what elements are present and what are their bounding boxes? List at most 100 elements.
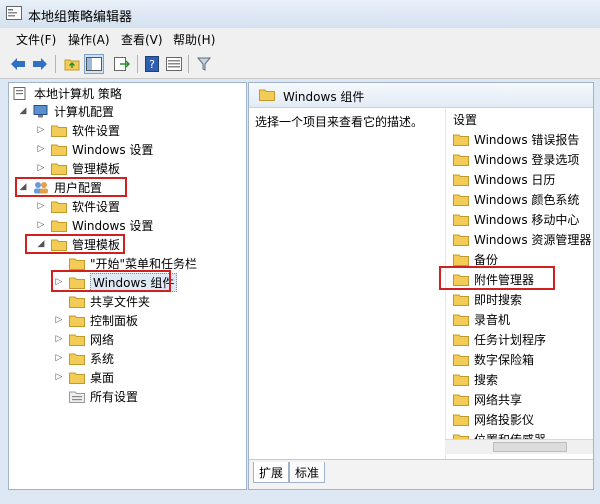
expand-arrow-icon[interactable]: ▷: [53, 352, 65, 364]
list-item[interactable]: Windows 颜色系统: [453, 189, 579, 209]
details-pane: Windows 组件 选择一个项目来查看它的描述。 设置 Windows 错误报…: [248, 82, 594, 490]
expand-arrow-icon[interactable]: ▷: [53, 371, 65, 383]
show-tree-button[interactable]: [84, 54, 104, 74]
expand-arrow-icon[interactable]: ▷: [35, 219, 47, 231]
tree-item-network[interactable]: ▷ 网络: [53, 330, 114, 348]
list-item[interactable]: 即时搜索: [453, 289, 522, 309]
properties-icon: [166, 57, 182, 71]
tree-item-desktop[interactable]: ▷ 桌面: [53, 368, 114, 386]
expand-arrow-icon[interactable]: ▷: [35, 162, 47, 174]
folder-icon: [453, 194, 469, 206]
list-item[interactable]: Windows 登录选项: [453, 149, 579, 169]
tree-item-cc-software[interactable]: ▷ 软件设置: [35, 121, 120, 139]
tree-item-system[interactable]: ▷ 系统: [53, 349, 114, 367]
expand-arrow-icon[interactable]: ▷: [35, 200, 47, 212]
tree-item-cc-admin[interactable]: ▷ 管理模板: [35, 159, 120, 177]
window: 本地组策略编辑器 文件(F) 操作(A) 查看(V) 帮助(H) ? 本地计算机…: [0, 0, 600, 504]
menu-action[interactable]: 操作(A): [68, 31, 110, 48]
list-item[interactable]: 数字保险箱: [453, 349, 534, 369]
horizontal-scrollbar[interactable]: [445, 439, 593, 454]
folder-icon: [453, 254, 469, 266]
back-button[interactable]: [8, 54, 28, 74]
expand-arrow-icon[interactable]: ▷: [35, 143, 47, 155]
tree-item-control-panel[interactable]: ▷ 控制面板: [53, 311, 138, 329]
tree-item-computer-config[interactable]: ◢ 计算机配置: [17, 102, 114, 120]
list-item[interactable]: 任务计划程序: [453, 329, 546, 349]
tree-item-uc-software[interactable]: ▷ 软件设置: [35, 197, 120, 215]
folder-icon: [453, 234, 469, 246]
title-bar: 本地组策略编辑器: [0, 0, 600, 28]
tree-item-shared-folders[interactable]: 共享文件夹: [69, 292, 150, 310]
tab-extended[interactable]: 扩展: [253, 462, 290, 483]
folder-icon: [51, 125, 67, 137]
properties-button[interactable]: [164, 54, 184, 74]
details-header: Windows 组件: [249, 83, 593, 108]
folder-icon: [453, 394, 469, 406]
up-level-button[interactable]: [62, 54, 82, 74]
folder-icon: [453, 374, 469, 386]
list-item[interactable]: Windows 日历: [453, 169, 555, 189]
expand-arrow-icon[interactable]: ▷: [53, 333, 65, 345]
column-header-settings[interactable]: 设置: [453, 111, 477, 128]
settings-folder-icon: [69, 391, 85, 403]
list-item[interactable]: 网络投影仪: [453, 409, 534, 429]
up-folder-icon: [64, 59, 80, 71]
folder-icon: [51, 201, 67, 213]
policy-book-icon: [13, 86, 26, 100]
view-tabs: 扩展 标准: [249, 459, 593, 489]
list-item[interactable]: Windows 移动中心: [453, 209, 579, 229]
folder-icon: [259, 89, 275, 101]
svg-text:?: ?: [149, 58, 155, 71]
list-item[interactable]: 录音机: [453, 309, 510, 329]
menu-help[interactable]: 帮助(H): [173, 31, 215, 48]
console-tree-icon: [86, 57, 102, 71]
list-item[interactable]: 网络共享: [453, 389, 522, 409]
highlight-box-windows-components: [51, 270, 171, 292]
help-button[interactable]: ?: [142, 54, 162, 74]
folder-icon: [453, 174, 469, 186]
folder-icon: [453, 354, 469, 366]
tree-item-all-settings[interactable]: 所有设置: [69, 387, 138, 405]
folder-icon: [453, 334, 469, 346]
forward-arrow-icon: [33, 58, 47, 70]
tree-pane: 本地计算机 策略 ◢ 计算机配置 ▷ 软件设置 ▷ Windows 设置 ▷ 管…: [8, 82, 247, 490]
folder-icon: [51, 144, 67, 156]
folder-icon: [69, 296, 85, 308]
folder-icon: [453, 134, 469, 146]
description-text: 选择一个项目来查看它的描述。: [255, 115, 424, 129]
folder-icon: [453, 294, 469, 306]
tree-item-cc-windows[interactable]: ▷ Windows 设置: [35, 140, 154, 158]
folder-icon: [69, 315, 85, 327]
filter-button[interactable]: [194, 54, 214, 74]
list-item[interactable]: 搜索: [453, 369, 498, 389]
folder-icon: [69, 353, 85, 365]
list-item[interactable]: Windows 错误报告: [453, 129, 579, 149]
toolbar: ?: [0, 50, 600, 79]
forward-button[interactable]: [30, 54, 50, 74]
tab-standard[interactable]: 标准: [289, 462, 326, 483]
menu-file[interactable]: 文件(F): [16, 31, 56, 48]
folder-icon: [453, 414, 469, 426]
app-icon: [6, 6, 22, 20]
folder-icon: [453, 154, 469, 166]
column-divider: [445, 109, 446, 477]
back-arrow-icon: [11, 58, 25, 70]
scrollbar-thumb[interactable]: [493, 442, 567, 452]
filter-icon: [197, 57, 211, 71]
menu-view[interactable]: 查看(V): [121, 31, 163, 48]
folder-icon: [69, 372, 85, 384]
highlight-box-admin-templates: [25, 234, 125, 254]
collapse-arrow-icon[interactable]: ◢: [17, 105, 29, 117]
folder-icon: [51, 163, 67, 175]
menu-bar: 文件(F) 操作(A) 查看(V) 帮助(H): [0, 28, 600, 50]
tree-item-uc-windows[interactable]: ▷ Windows 设置: [35, 216, 154, 234]
export-list-button[interactable]: [112, 54, 132, 74]
expand-arrow-icon[interactable]: ▷: [35, 124, 47, 136]
computer-icon: [33, 104, 48, 117]
expand-arrow-icon[interactable]: ▷: [53, 314, 65, 326]
folder-icon: [453, 214, 469, 226]
list-item[interactable]: Windows 资源管理器: [453, 229, 591, 249]
folder-icon: [51, 220, 67, 232]
tree-item-root[interactable]: 本地计算机 策略: [13, 84, 122, 102]
window-title: 本地组策略编辑器: [28, 10, 133, 25]
